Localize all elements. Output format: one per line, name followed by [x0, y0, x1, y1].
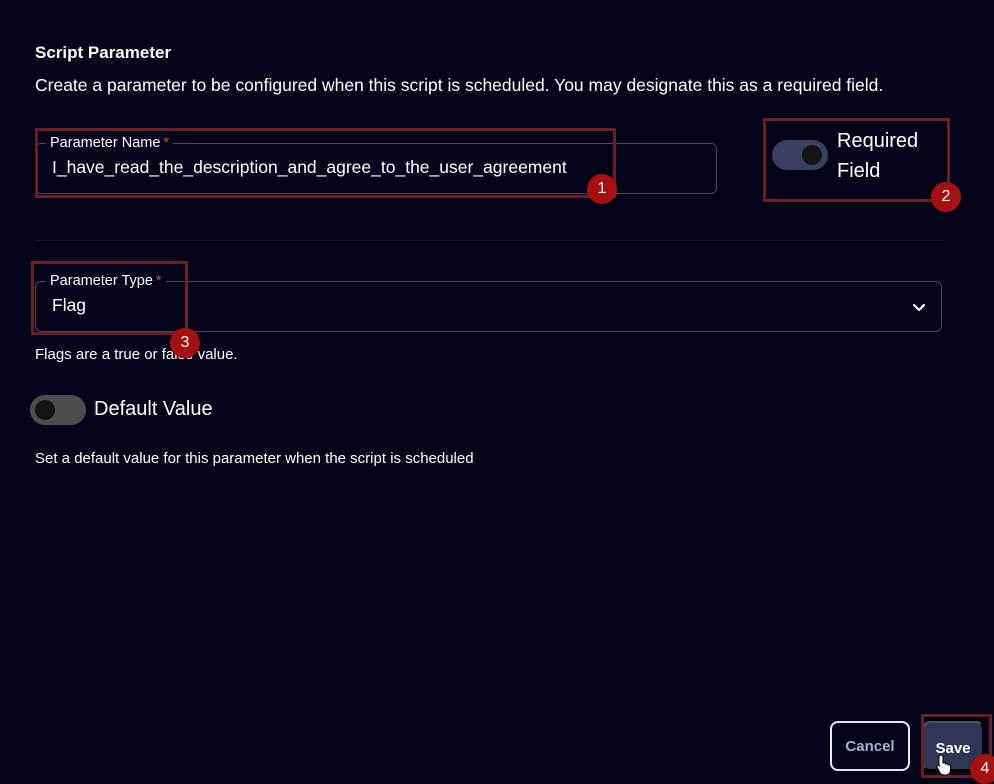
default-value-hint: Set a default value for this parameter w… [35, 450, 474, 467]
default-value-label: Default Value [94, 398, 213, 420]
annotation-badge-2: 2 [931, 182, 961, 212]
required-field-label-line1: Required [837, 130, 919, 152]
chevron-down-icon[interactable] [911, 299, 927, 315]
parameter-type-hint: Flags are a true or false value. [35, 346, 238, 363]
parameter-type-value: Flag [52, 295, 87, 315]
parameter-type-label-text: Parameter Type [50, 273, 153, 289]
page-description: Create a parameter to be configured when… [35, 75, 884, 95]
parameter-name-label: Parameter Name * [46, 134, 174, 152]
default-value-toggle[interactable] [30, 395, 86, 425]
required-field-toggle[interactable] [772, 140, 828, 170]
toggle-knob [35, 400, 55, 420]
parameter-name-input[interactable]: I_have_read_the_description_and_agree_to… [52, 157, 567, 178]
annotation-badge-4: 4 [970, 754, 994, 784]
cancel-button[interactable]: Cancel [830, 721, 910, 771]
hand-pointer-icon [936, 754, 951, 776]
toggle-knob [802, 145, 822, 165]
required-field-label: Required Field [837, 126, 918, 186]
parameter-type-select[interactable]: Parameter Type * Flag [35, 272, 942, 332]
parameter-name-label-text: Parameter Name [50, 135, 161, 151]
required-asterisk: * [163, 135, 170, 151]
annotation-badge-3: 3 [170, 328, 200, 358]
required-field-label-line2: Field [837, 160, 881, 182]
section-divider [35, 240, 942, 241]
parameter-type-label: Parameter Type * [46, 272, 166, 290]
annotation-badge-1: 1 [587, 174, 617, 204]
required-asterisk: * [155, 273, 162, 289]
page-title: Script Parameter [35, 43, 172, 62]
